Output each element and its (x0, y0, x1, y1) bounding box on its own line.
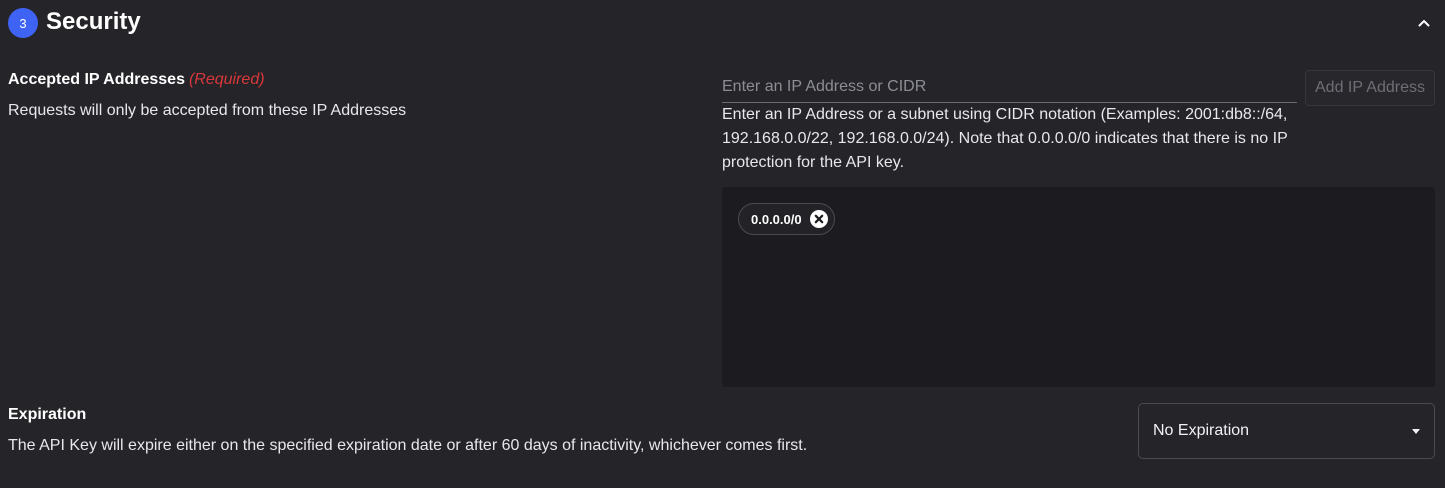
caret-down-icon (1412, 428, 1420, 434)
ip-address-help-text: Enter an IP Address or a subnet using CI… (722, 106, 1288, 171)
expiration-select[interactable]: No Expiration (1138, 403, 1435, 459)
ip-address-chip: 0.0.0.0/0 (738, 203, 835, 235)
step-number-badge: 3 (8, 8, 38, 38)
expiration-description: The API Key will expire either on the sp… (8, 437, 808, 454)
security-section: 3 Security Accepted IP Addresses (Require… (0, 0, 1445, 488)
chevron-up-icon (1418, 20, 1430, 27)
ip-address-list: 0.0.0.0/0 (722, 187, 1435, 387)
remove-ip-button[interactable] (809, 210, 828, 228)
section-title: Security (46, 8, 141, 35)
ip-address-input[interactable] (722, 72, 1297, 103)
expiration-selected-value: No Expiration (1153, 422, 1250, 439)
ip-addresses-description: Requests will only be accepted from thes… (8, 102, 407, 119)
expiration-label: Expiration (8, 406, 87, 423)
ip-addresses-label: Accepted IP Addresses (Required) (8, 69, 265, 91)
ip-addresses-label-text: Accepted IP Addresses (8, 71, 185, 88)
close-circle-icon (809, 210, 828, 228)
ip-address-chip-label: 0.0.0.0/0 (751, 211, 802, 227)
required-indicator: (Required) (188, 71, 265, 88)
collapse-button[interactable] (1413, 12, 1435, 34)
add-ip-address-button[interactable]: Add IP Address (1305, 70, 1435, 106)
